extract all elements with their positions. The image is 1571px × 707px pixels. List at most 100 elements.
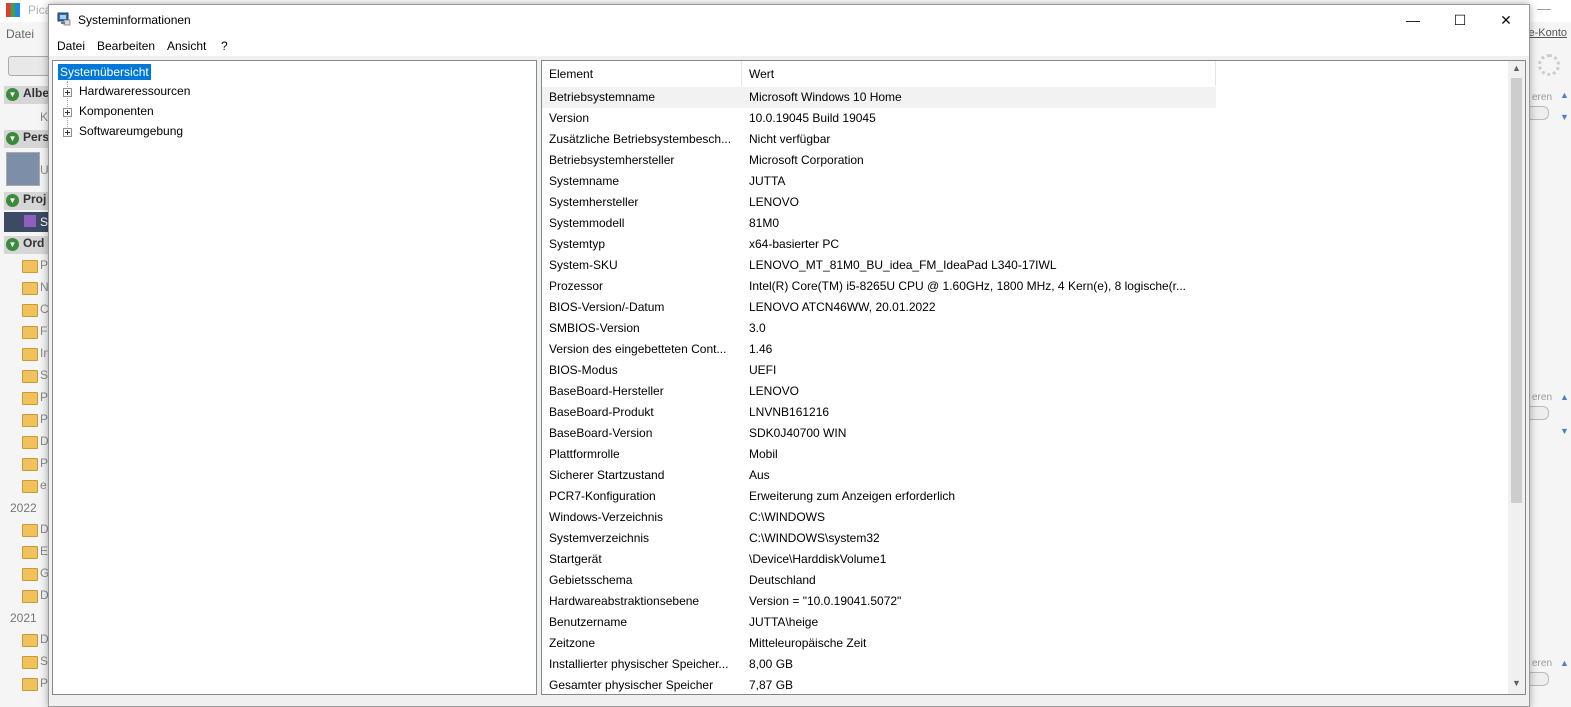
- background-menu-datei[interactable]: Datei: [6, 27, 34, 41]
- background-side-text: eren: [1532, 392, 1553, 403]
- background-folder-label[interactable]: P: [40, 676, 48, 690]
- scrollbar-thumb[interactable]: [1511, 78, 1522, 503]
- table-row[interactable]: Systemtyp x64-basierter PC: [542, 234, 1216, 255]
- window-titlebar[interactable]: Systeminformationen — ☐ ✕: [49, 5, 1529, 35]
- background-konto-link[interactable]: e-Konto: [1528, 27, 1567, 39]
- column-header-wert[interactable]: Wert: [742, 61, 1216, 86]
- minimize-button[interactable]: —: [1390, 5, 1436, 35]
- table-row[interactable]: Betriebsystemname Microsoft Windows 10 Ho…: [542, 87, 1216, 108]
- column-header-element[interactable]: Element: [542, 61, 742, 86]
- background-folder-label[interactable]: F: [40, 324, 47, 338]
- table-row[interactable]: Hardwareabstraktionsebene Version = "10.0…: [542, 591, 1216, 612]
- folder-icon: [22, 260, 38, 273]
- expand-icon[interactable]: [63, 128, 72, 137]
- scroll-up-icon[interactable]: ▲: [1512, 63, 1521, 73]
- table-row[interactable]: Gebietsschema Deutschland: [542, 570, 1216, 591]
- background-folder-label[interactable]: e: [40, 478, 47, 492]
- cell-element: Betriebsystemname: [549, 90, 656, 104]
- background-folder-label[interactable]: E: [40, 544, 48, 558]
- table-row[interactable]: Systemverzeichnis C:\WINDOWS\system32: [542, 528, 1216, 549]
- cell-wert: C:\WINDOWS\system32: [749, 531, 880, 545]
- background-folder-label[interactable]: P: [40, 456, 48, 470]
- background-folder-label[interactable]: P: [40, 412, 48, 426]
- table-row[interactable]: Gesamter physischer Speicher 7,87 GB: [542, 675, 1216, 694]
- background-section-projects[interactable]: ▼ Proj: [4, 192, 50, 210]
- tree-item-hardwareressourcen[interactable]: Hardwareressourcen: [79, 84, 190, 98]
- table-row[interactable]: Prozessor Intel(R) Core(TM) i5-8265U CPU …: [542, 276, 1216, 297]
- background-section-album[interactable]: ▼ Albe: [4, 86, 50, 104]
- table-row[interactable]: Benutzername JUTTA\heige: [542, 612, 1216, 633]
- scroll-up-icon[interactable]: ▲: [1560, 90, 1569, 100]
- table-row[interactable]: Systemname JUTTA: [542, 171, 1216, 192]
- cell-element: Systemtyp: [549, 237, 606, 251]
- system-info-icon: [57, 12, 71, 26]
- cell-wert: \Device\HarddiskVolume1: [749, 552, 887, 566]
- cell-element: Gesamter physischer Speicher: [549, 678, 714, 692]
- tree-item-softwareumgebung[interactable]: Softwareumgebung: [79, 124, 183, 138]
- cell-wert: LNVNB161216: [749, 405, 830, 419]
- scroll-down-icon[interactable]: ▼: [1512, 678, 1521, 688]
- table-row[interactable]: Zeitzone Mitteleuropäische Zeit: [542, 633, 1216, 654]
- table-row[interactable]: PCR7-Konfiguration Erweiterung zum Anzeig…: [542, 486, 1216, 507]
- project-icon: [24, 215, 36, 227]
- vertical-scrollbar[interactable]: ▲ ▼: [1508, 61, 1525, 694]
- cell-wert: 10.0.19045 Build 19045: [749, 111, 876, 125]
- table-row[interactable]: Windows-Verzeichnis C:\WINDOWS: [542, 507, 1216, 528]
- cell-element: Startgerät: [549, 552, 602, 566]
- background-side-text: eren: [1532, 92, 1553, 103]
- table-row[interactable]: BIOS-Version/-Datum LENOVO ATCN46WW, 20.0…: [542, 297, 1216, 318]
- collapse-icon: ▼: [6, 88, 19, 101]
- table-row[interactable]: Version 10.0.19045 Build 19045: [542, 108, 1216, 129]
- cell-element: Installierter physischer Speicher...: [549, 657, 729, 671]
- background-section-persons[interactable]: ▼ Pers: [4, 130, 50, 148]
- background-folder-label[interactable]: P: [40, 390, 48, 404]
- avatar[interactable]: [6, 152, 40, 186]
- tree-item-komponenten[interactable]: Komponenten: [79, 104, 154, 118]
- loading-spinner-icon: [1538, 54, 1560, 76]
- table-row[interactable]: System-SKU LENOVO_MT_81M0_BU_idea_FM_Idea…: [542, 255, 1216, 276]
- table-row[interactable]: Zusätzliche Betriebsystembesch... Nicht v…: [542, 129, 1216, 150]
- cell-element: Benutzername: [549, 615, 628, 629]
- table-row[interactable]: Systemmodell 81M0: [542, 213, 1216, 234]
- menu-bearbeiten[interactable]: Bearbeiten: [97, 39, 155, 53]
- table-row[interactable]: BaseBoard-Version SDK0J40700 WIN: [542, 423, 1216, 444]
- table-row[interactable]: Installierter physischer Speicher... 8,00…: [542, 654, 1216, 675]
- background-project-item[interactable]: S: [40, 215, 48, 229]
- close-button[interactable]: ✕: [1483, 5, 1529, 35]
- expand-icon[interactable]: [63, 88, 72, 97]
- scroll-up-icon[interactable]: ▲: [1560, 658, 1569, 668]
- scroll-up-icon[interactable]: ▲: [1560, 392, 1569, 402]
- table-row[interactable]: Startgerät \Device\HarddiskVolume1: [542, 549, 1216, 570]
- table-row[interactable]: SMBIOS-Version 3.0: [542, 318, 1216, 339]
- background-folder-label[interactable]: P: [40, 258, 48, 272]
- background-section-folders[interactable]: ▼ Ord: [4, 236, 50, 254]
- cell-element: BaseBoard-Version: [549, 426, 653, 440]
- table-row[interactable]: BaseBoard-Hersteller LENOVO: [542, 381, 1216, 402]
- menu-datei[interactable]: Datei: [57, 39, 85, 53]
- background-album-item[interactable]: K: [40, 110, 48, 124]
- maximize-button[interactable]: ☐: [1437, 5, 1483, 35]
- table-row[interactable]: Sicherer Startzustand Aus: [542, 465, 1216, 486]
- menu-help[interactable]: ?: [221, 39, 228, 53]
- cell-wert: Microsoft Corporation: [749, 153, 864, 167]
- folder-icon: [22, 590, 38, 603]
- table-row[interactable]: Version des eingebetteten Cont... 1.46: [542, 339, 1216, 360]
- folder-icon: [22, 568, 38, 581]
- folder-icon: [22, 656, 38, 669]
- table-row[interactable]: BIOS-Modus UEFI: [542, 360, 1216, 381]
- scroll-down-icon[interactable]: ▼: [1560, 426, 1569, 436]
- table-row[interactable]: BaseBoard-Produkt LNVNB161216: [542, 402, 1216, 423]
- expand-icon[interactable]: [63, 108, 72, 117]
- table-row[interactable]: Systemhersteller LENOVO: [542, 192, 1216, 213]
- background-minimize-icon[interactable]: —: [1537, 0, 1551, 16]
- menu-ansicht[interactable]: Ansicht: [167, 39, 206, 53]
- background-toolbar-button[interactable]: [8, 56, 50, 76]
- background-side-text: eren: [1532, 658, 1553, 669]
- table-row[interactable]: Betriebsystemhersteller Microsoft Corpora…: [542, 150, 1216, 171]
- table-row[interactable]: Plattformrolle Mobil: [542, 444, 1216, 465]
- cell-element: SMBIOS-Version: [549, 321, 640, 335]
- background-folder-label[interactable]: S: [40, 368, 48, 382]
- background-folder-label[interactable]: S: [40, 654, 48, 668]
- scroll-down-icon[interactable]: ▼: [1560, 112, 1569, 122]
- tree-item-systemuebersicht[interactable]: Systemübersicht: [58, 64, 151, 80]
